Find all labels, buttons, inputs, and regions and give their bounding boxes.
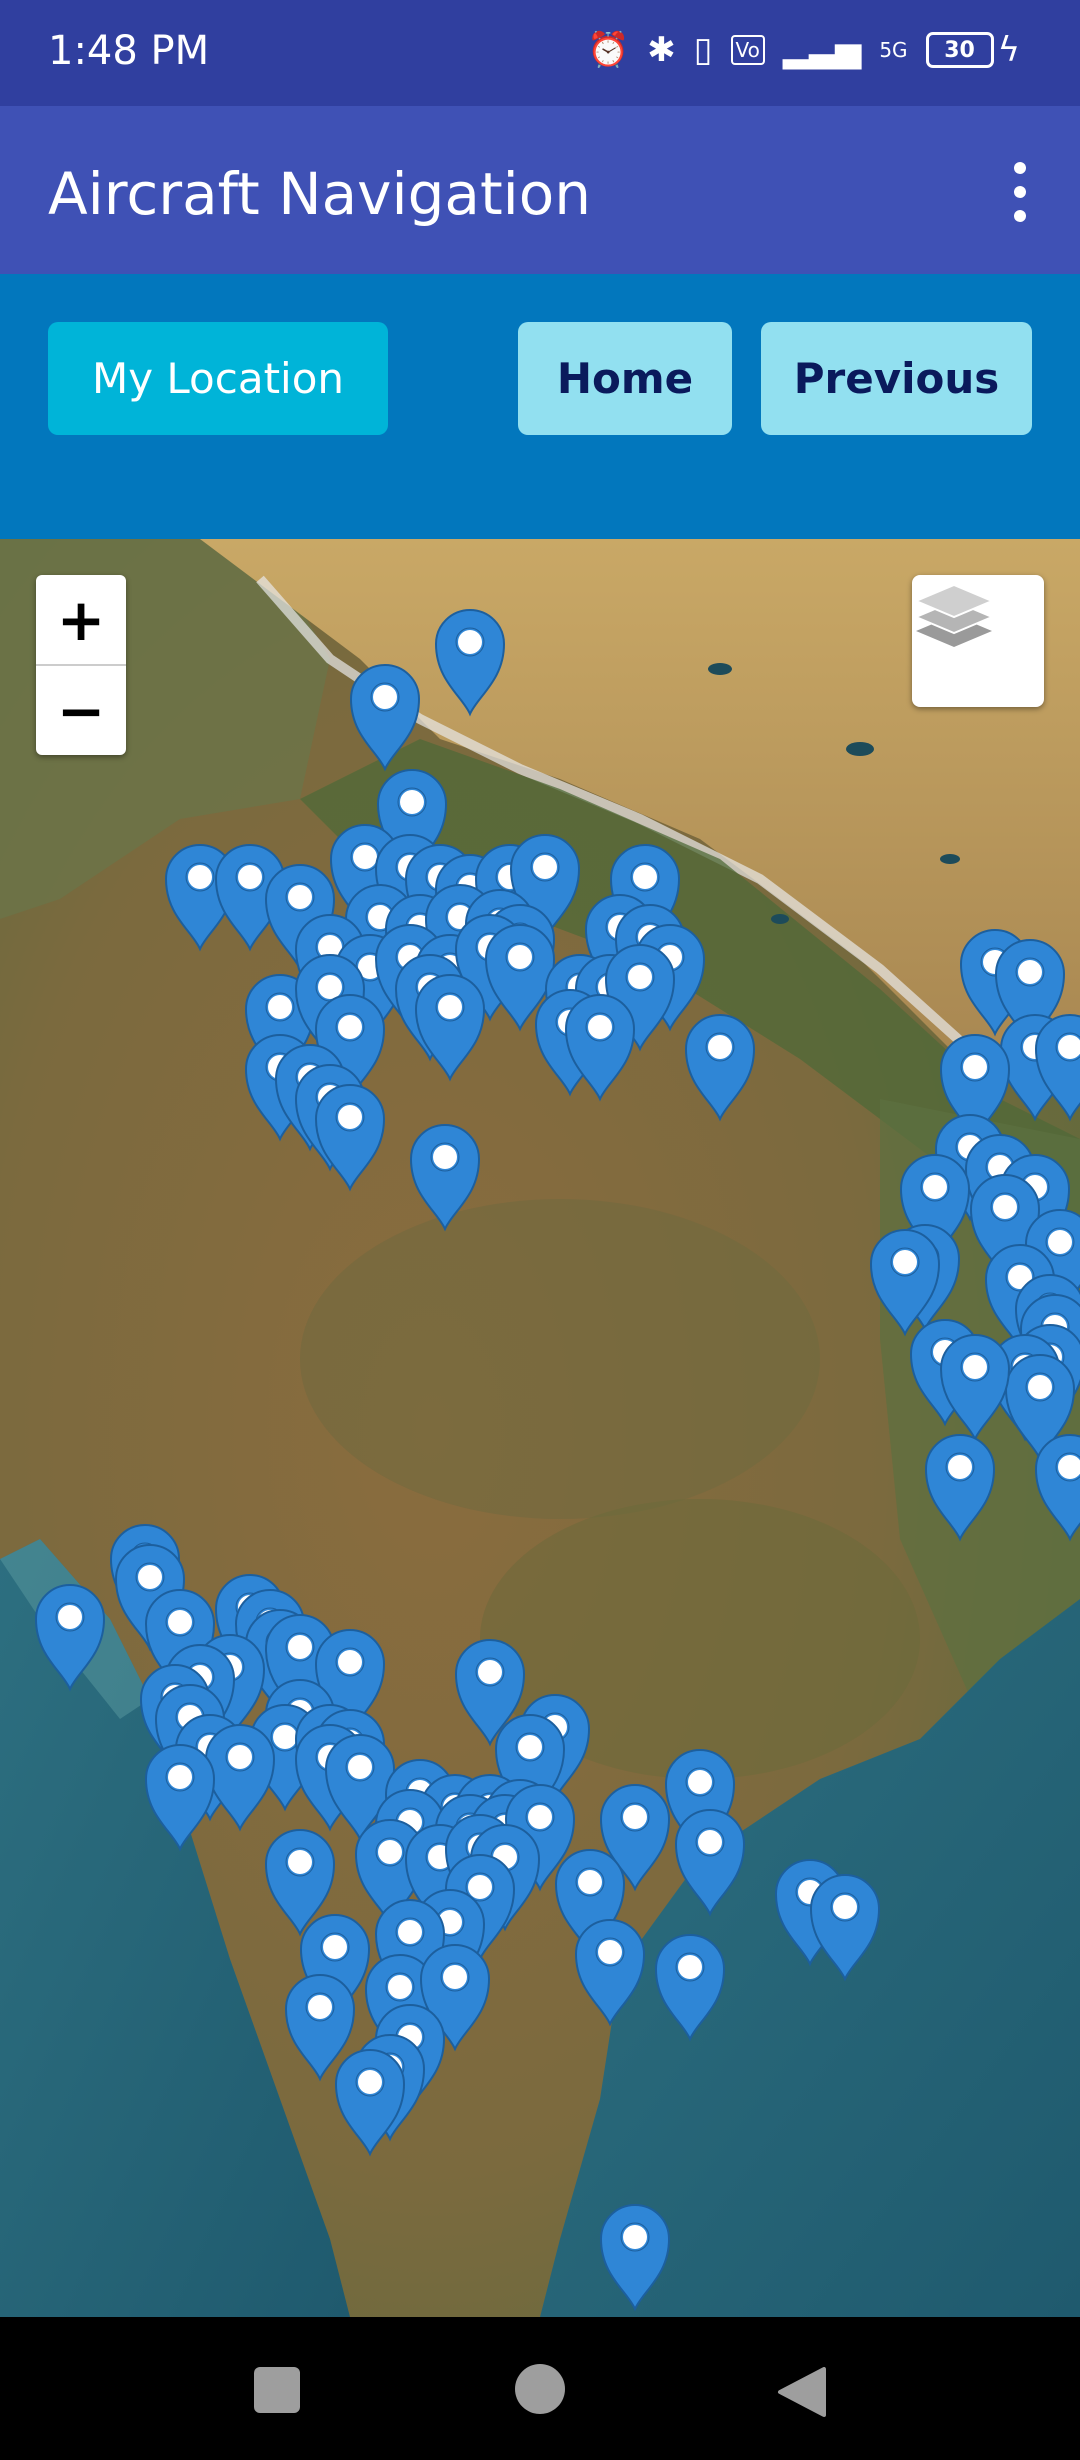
- status-icons: ⏰ ✱ ▯ Vo ▂▃▅ 5G 30 ϟ: [587, 30, 1020, 70]
- volte-icon: Vo: [730, 35, 765, 65]
- map-pin-icon[interactable]: [334, 2049, 406, 2157]
- zoom-control: + −: [36, 575, 126, 755]
- charging-icon: ϟ: [997, 30, 1020, 70]
- map-pin-icon[interactable]: [684, 1014, 756, 1122]
- home-icon[interactable]: [514, 2363, 566, 2415]
- home-button[interactable]: Home: [518, 322, 732, 435]
- alarm-icon: ⏰: [586, 30, 630, 70]
- map-pin-icon[interactable]: [924, 1434, 996, 1542]
- map-pin-icon[interactable]: [34, 1584, 106, 1692]
- layers-button[interactable]: [912, 575, 1044, 707]
- system-nav-bar: [0, 2317, 1080, 2460]
- status-time: 1:48 PM: [48, 28, 210, 74]
- toolbar: My Location Home Previous: [0, 274, 1080, 539]
- map-pin-icon[interactable]: [414, 974, 486, 1082]
- back-icon[interactable]: [776, 2367, 826, 2417]
- map-pin-icon[interactable]: [144, 1744, 216, 1852]
- app-bar: Aircraft Navigation: [0, 106, 1080, 274]
- my-location-button[interactable]: My Location: [48, 322, 388, 435]
- map-pin-icon[interactable]: [409, 1124, 481, 1232]
- previous-button[interactable]: Previous: [761, 322, 1032, 435]
- map-pin-icon[interactable]: [599, 2204, 671, 2312]
- map-pin-icon[interactable]: [574, 1919, 646, 2027]
- satellite-map[interactable]: + −: [0, 539, 1080, 2317]
- recent-apps-icon[interactable]: [254, 2367, 300, 2413]
- map-pin-icon[interactable]: [674, 1809, 746, 1917]
- map-pin-icon[interactable]: [204, 1724, 276, 1832]
- map-pin-icon[interactable]: [349, 664, 421, 772]
- overflow-menu-icon[interactable]: [1000, 162, 1040, 222]
- map-pin-icon[interactable]: [809, 1874, 881, 1982]
- zoom-out-button[interactable]: −: [36, 666, 126, 755]
- vibrate-icon: ▯: [693, 30, 713, 70]
- bluetooth-icon: ✱: [647, 30, 676, 70]
- map-pin-icon[interactable]: [1034, 1434, 1080, 1542]
- zoom-in-button[interactable]: +: [36, 575, 126, 666]
- marker-layer: [34, 609, 1080, 2312]
- map-pin-icon[interactable]: [434, 609, 506, 717]
- status-bar: 1:48 PM ⏰ ✱ ▯ Vo ▂▃▅ 5G 30 ϟ: [0, 0, 1080, 106]
- signal-icon: ▂▃▅: [782, 30, 862, 70]
- 5g-icon: 5G: [879, 38, 908, 62]
- map-pin-icon[interactable]: [939, 1334, 1011, 1442]
- app-title: Aircraft Navigation: [48, 160, 592, 228]
- map-pin-icon[interactable]: [314, 1084, 386, 1192]
- layers-icon: [913, 583, 995, 647]
- map-pin-icon[interactable]: [654, 1934, 726, 2042]
- battery-icon: 30: [925, 32, 994, 68]
